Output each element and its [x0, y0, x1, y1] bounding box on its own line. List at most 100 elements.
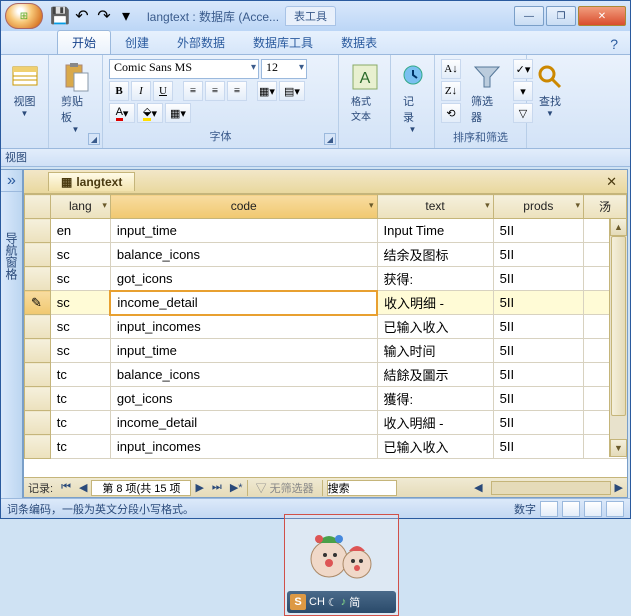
cell-lang[interactable]: tc — [50, 387, 110, 411]
clipboard-launcher-icon[interactable]: ◢ — [88, 133, 100, 145]
align-center-button[interactable]: ≡ — [205, 81, 225, 101]
cell-code[interactable]: input_incomes — [110, 315, 377, 339]
table-row[interactable]: tcgot_icons獲得:5II — [25, 387, 627, 411]
fill-color-button[interactable]: ⬙▾ — [137, 103, 163, 123]
sort-desc-button[interactable]: Z↓ — [441, 81, 461, 101]
row-selector[interactable]: ✎ — [25, 291, 51, 315]
cell-lang[interactable]: tc — [50, 411, 110, 435]
table-row[interactable]: ✎scincome_detail收入明细 -5II — [25, 291, 627, 315]
grid-color-button[interactable]: ▦▾ — [165, 103, 191, 123]
help-icon[interactable]: ? — [606, 34, 622, 54]
cell-code[interactable]: input_incomes — [110, 435, 377, 459]
records-button[interactable]: 记录 ▼ — [397, 59, 428, 136]
table-row[interactable]: tcbalance_icons結餘及圖示5II — [25, 363, 627, 387]
row-selector[interactable] — [25, 339, 51, 363]
row-selector[interactable] — [25, 243, 51, 267]
column-header-code[interactable]: code▾ — [110, 195, 377, 219]
cell-code[interactable]: income_detail — [110, 291, 377, 315]
table-row[interactable]: scinput_incomes已输入收入5II — [25, 315, 627, 339]
cell-prods[interactable]: 5II — [493, 267, 583, 291]
row-selector[interactable] — [25, 435, 51, 459]
cell-lang[interactable]: en — [50, 219, 110, 243]
cell-prods[interactable]: 5II — [493, 339, 583, 363]
cell-lang[interactable]: tc — [50, 435, 110, 459]
underline-button[interactable]: U — [153, 81, 173, 101]
view-button[interactable]: 视图 ▼ — [7, 59, 42, 120]
hscroll-track[interactable] — [491, 481, 611, 495]
recnav-search-input[interactable] — [327, 480, 397, 496]
align-left-button[interactable]: ≡ — [183, 81, 203, 101]
maximize-button[interactable]: ❐ — [546, 6, 576, 26]
cell-text[interactable]: 已输入收入 — [377, 315, 493, 339]
cell-text[interactable]: 結餘及圖示 — [377, 363, 493, 387]
cell-text[interactable]: 收入明細 - — [377, 411, 493, 435]
scroll-down-icon[interactable]: ▼ — [610, 439, 627, 457]
vertical-scrollbar[interactable]: ▲ ▼ — [609, 218, 627, 457]
cell-prods[interactable]: 5II — [493, 243, 583, 267]
view-datasheet-button[interactable] — [540, 501, 558, 517]
nav-expand-button[interactable]: » — [1, 170, 22, 192]
cell-lang[interactable]: sc — [50, 243, 110, 267]
ime-ch-label[interactable]: CH — [309, 596, 325, 608]
select-all-cell[interactable] — [25, 195, 51, 219]
cell-text[interactable]: 已输入收入 — [377, 435, 493, 459]
recnav-next-button[interactable]: ▶ — [191, 481, 207, 494]
cell-code[interactable]: balance_icons — [110, 363, 377, 387]
row-selector[interactable] — [25, 315, 51, 339]
gridlines-button[interactable]: ▦▾ — [257, 81, 277, 101]
view-design-button[interactable] — [606, 501, 624, 517]
hscroll-right-icon[interactable]: ▶ — [611, 481, 627, 494]
font-launcher-icon[interactable]: ◢ — [324, 133, 336, 145]
table-row[interactable]: scgot_icons获得:5II — [25, 267, 627, 291]
cell-lang[interactable]: tc — [50, 363, 110, 387]
cell-prods[interactable]: 5II — [493, 435, 583, 459]
ime-moon-icon[interactable]: ☾ — [328, 596, 338, 609]
font-color-button[interactable]: A▾ — [109, 103, 135, 123]
table-row[interactable]: scinput_time输入时间5II — [25, 339, 627, 363]
cell-text[interactable]: 结余及图标 — [377, 243, 493, 267]
align-right-button[interactable]: ≡ — [227, 81, 247, 101]
qat-more-icon[interactable]: ▾ — [117, 7, 135, 25]
cell-code[interactable]: balance_icons — [110, 243, 377, 267]
tab-create[interactable]: 创建 — [111, 31, 163, 54]
view-chart-button[interactable] — [584, 501, 602, 517]
bold-button[interactable]: B — [109, 81, 129, 101]
filter-button[interactable]: 筛选器 — [465, 59, 509, 127]
paste-button[interactable]: 剪贴板 ▼ — [55, 59, 96, 136]
cell-lang[interactable]: sc — [50, 267, 110, 291]
cell-text[interactable]: 输入时间 — [377, 339, 493, 363]
ime-jian-label[interactable]: 简 — [349, 594, 360, 610]
scroll-thumb[interactable] — [611, 236, 626, 416]
close-button[interactable]: ✕ — [578, 6, 626, 26]
recnav-last-button[interactable]: ⏭ — [208, 481, 226, 494]
font-name-combo[interactable]: Comic Sans MS — [109, 59, 259, 79]
row-selector[interactable] — [25, 219, 51, 243]
cell-lang[interactable]: sc — [50, 291, 110, 315]
office-button[interactable]: ⊞ — [5, 3, 43, 29]
font-size-combo[interactable]: 12 — [261, 59, 307, 79]
cell-prods[interactable]: 5II — [493, 291, 583, 315]
italic-button[interactable]: I — [131, 81, 151, 101]
column-header-prods[interactable]: prods▾ — [493, 195, 583, 219]
hscroll-left-icon[interactable]: ◀ — [470, 481, 486, 494]
row-selector[interactable] — [25, 387, 51, 411]
object-tab-close-button[interactable]: ✕ — [602, 174, 621, 190]
altrow-button[interactable]: ▤▾ — [279, 81, 305, 101]
recnav-new-button[interactable]: ▶* — [226, 481, 247, 494]
save-icon[interactable]: 💾 — [51, 7, 69, 25]
cell-text[interactable]: 收入明细 - — [377, 291, 493, 315]
table-row[interactable]: scbalance_icons结余及图标5II — [25, 243, 627, 267]
minimize-button[interactable]: — — [514, 6, 544, 26]
scroll-up-icon[interactable]: ▲ — [610, 218, 627, 236]
sort-asc-button[interactable]: A↓ — [441, 59, 461, 79]
cell-code[interactable]: got_icons — [110, 267, 377, 291]
datasheet-grid[interactable]: lang▾ code▾ text▾ prods▾ 汤 eninput_timeI… — [24, 194, 627, 477]
find-button[interactable]: 查找 ▼ — [533, 59, 567, 120]
cell-prods[interactable]: 5II — [493, 219, 583, 243]
cell-prods[interactable]: 5II — [493, 363, 583, 387]
cell-prods[interactable]: 5II — [493, 387, 583, 411]
cell-text[interactable]: 獲得: — [377, 387, 493, 411]
table-row[interactable]: tcinput_incomes已输入收入5II — [25, 435, 627, 459]
cell-code[interactable]: input_time — [110, 339, 377, 363]
cell-lang[interactable]: sc — [50, 339, 110, 363]
